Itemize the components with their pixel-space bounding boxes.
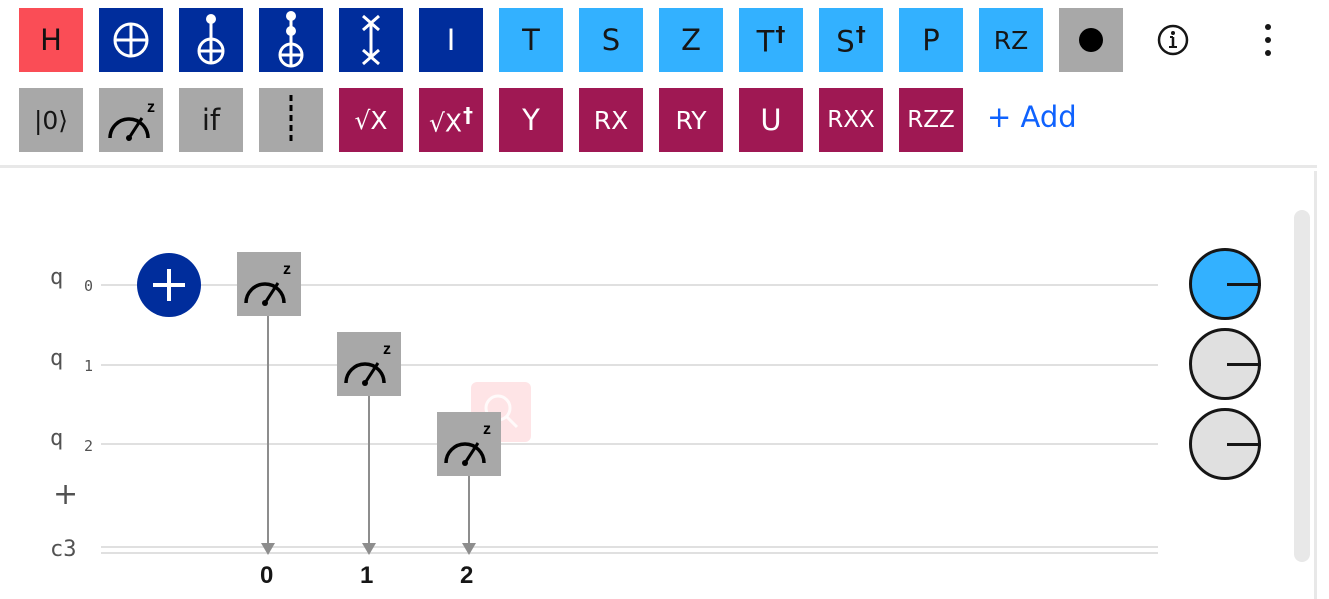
probe-hand	[1227, 363, 1261, 366]
rzz-gate-tile[interactable]: RZZ	[899, 88, 963, 152]
plus-icon	[153, 269, 185, 301]
y-gate-tile[interactable]: Y	[499, 88, 563, 152]
sdg-label: S	[836, 24, 855, 59]
svg-text:z: z	[483, 421, 491, 438]
probe-hand	[1227, 443, 1261, 446]
qubit-index-1: 1	[84, 357, 94, 375]
measure-icon: z	[344, 341, 391, 386]
classical-wire-bottom[interactable]	[101, 552, 1158, 554]
dagger-mark: †	[775, 21, 786, 46]
tdg-gate-tile[interactable]: T†	[739, 8, 803, 72]
measure-gate-q2[interactable]: z	[437, 412, 501, 476]
qubit-wire-1[interactable]	[101, 364, 1158, 366]
rz-gate-tile[interactable]: RZ	[979, 8, 1043, 72]
probe-hand	[1227, 283, 1261, 286]
measure-icon: z	[108, 99, 155, 141]
svg-text:z: z	[383, 341, 391, 358]
ry-gate-tile[interactable]: RY	[659, 88, 723, 152]
z-gate-tile[interactable]: Z	[659, 8, 723, 72]
t-gate-tile[interactable]: T	[499, 8, 563, 72]
bit-label-1: 1	[360, 562, 374, 589]
measure-link-0	[267, 316, 269, 544]
bit-label-0: 0	[260, 562, 274, 589]
control-dot-tile[interactable]	[1059, 8, 1123, 72]
qubit-index-0: 0	[84, 277, 94, 295]
measure-gate-q0[interactable]: z	[237, 252, 301, 316]
bit-label-2: 2	[460, 562, 474, 589]
qubit-probe-0[interactable]	[1189, 248, 1261, 320]
arrow-down-icon	[362, 543, 376, 555]
svg-text:z: z	[147, 99, 155, 116]
measure-icon: z	[444, 421, 491, 466]
not-gate-tile[interactable]	[99, 8, 163, 72]
barrier-tile[interactable]	[259, 88, 323, 152]
rx-gate-tile[interactable]: RX	[579, 88, 643, 152]
overflow-menu-icon	[1265, 24, 1271, 56]
s-gate-tile[interactable]: S	[579, 8, 643, 72]
qubit-probe-2[interactable]	[1189, 408, 1261, 480]
measure-link-2	[468, 476, 470, 544]
measure-link-1	[368, 396, 370, 544]
dagger-mark: †	[855, 21, 866, 46]
add-gate-link[interactable]: + Add	[987, 100, 1077, 134]
add-qubit-button[interactable]: +	[53, 477, 78, 512]
sxdg-gate-tile[interactable]: √X†	[419, 88, 483, 152]
h-gate-tile[interactable]: H	[19, 8, 83, 72]
reset-gate-tile[interactable]: |0⟩	[19, 88, 83, 152]
toffoli-gate-icon	[278, 11, 304, 68]
qubit-index-2: 2	[84, 437, 94, 455]
swap-gate-tile[interactable]	[339, 8, 403, 72]
sxdg-label: √X	[428, 108, 463, 138]
u-gate-tile[interactable]: U	[739, 88, 803, 152]
qubit-wire-2[interactable]	[101, 443, 1158, 445]
control-dot-icon	[1079, 28, 1103, 52]
sx-gate-tile[interactable]: √X	[339, 88, 403, 152]
measure-gate-tile[interactable]: z	[99, 88, 163, 152]
cnot-gate-tile[interactable]	[179, 8, 243, 72]
identity-gate-tile[interactable]: I	[419, 8, 483, 72]
sdg-gate-tile[interactable]: S†	[819, 8, 883, 72]
barrier-icon	[289, 95, 293, 145]
measure-gate-q1[interactable]: z	[337, 332, 401, 396]
if-gate-tile[interactable]: if	[179, 88, 243, 152]
info-button[interactable]	[1153, 20, 1193, 60]
qubit-probe-1[interactable]	[1189, 328, 1261, 400]
phase-gate-tile[interactable]: P	[899, 8, 963, 72]
not-gate-icon	[113, 22, 149, 58]
measure-icon: z	[244, 261, 291, 306]
swap-gate-icon	[362, 14, 380, 66]
tdg-label: T	[756, 24, 775, 59]
qubit-label-0[interactable]: q	[50, 265, 63, 290]
dagger-mark: †	[463, 102, 474, 127]
circuit-canvas	[0, 171, 1317, 599]
svg-text:z: z	[283, 261, 291, 278]
vertical-scrollbar[interactable]	[1294, 210, 1310, 562]
classical-register-label[interactable]: c3	[50, 537, 77, 562]
qubit-label-2[interactable]: q	[50, 426, 63, 451]
overflow-menu-button[interactable]	[1248, 20, 1288, 60]
classical-wire-top[interactable]	[101, 546, 1158, 548]
arrow-down-icon	[261, 543, 275, 555]
cnot-gate-icon	[197, 14, 225, 65]
circuit-not-gate[interactable]	[137, 253, 201, 317]
rxx-gate-tile[interactable]: RXX	[819, 88, 883, 152]
info-icon	[1157, 24, 1189, 56]
arrow-down-icon	[462, 543, 476, 555]
toffoli-gate-tile[interactable]	[259, 8, 323, 72]
quantum-composer: H I T S Z T† S† P RZ |0⟩ z if √X √X† Y R…	[0, 0, 1329, 599]
qubit-label-1[interactable]: q	[50, 346, 63, 371]
gate-palette: H I T S Z T† S† P RZ |0⟩ z if √X √X† Y R…	[0, 0, 1317, 168]
